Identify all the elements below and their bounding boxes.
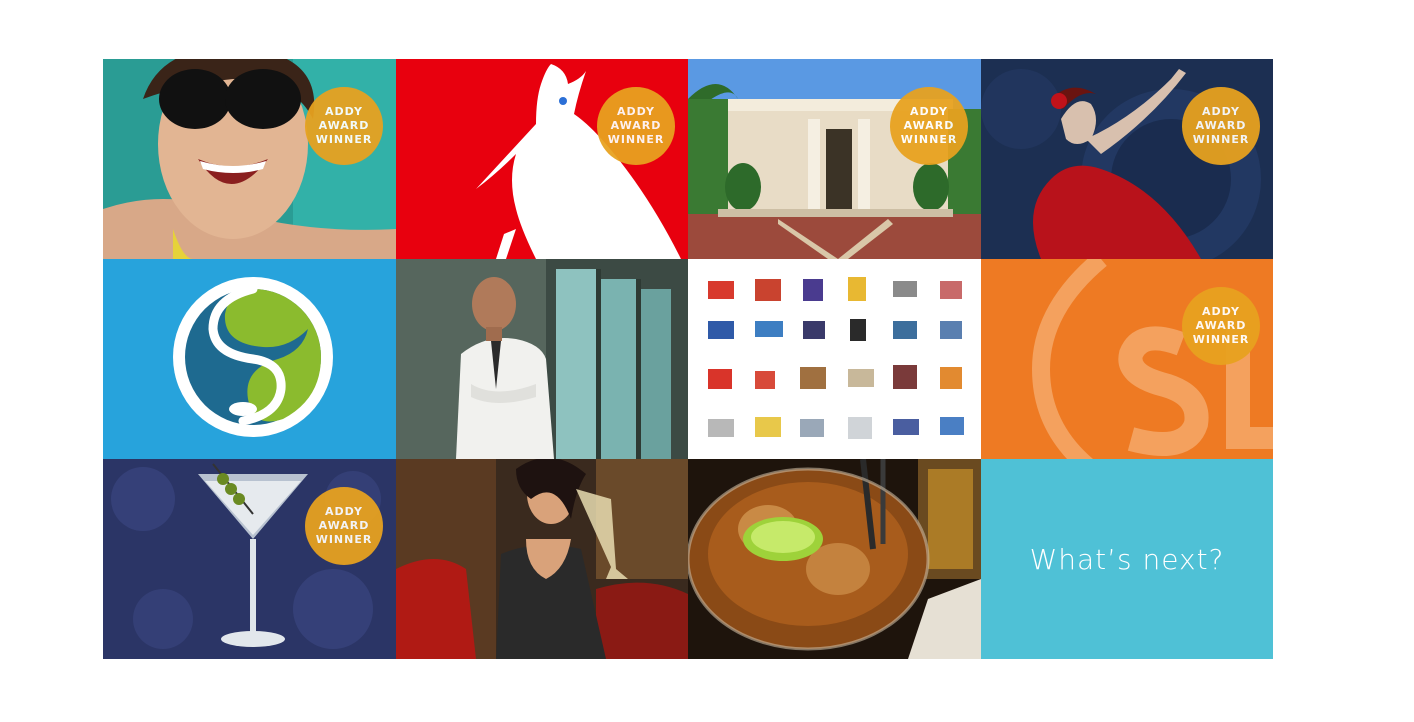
addy-award-badge: ADDY AWARD WINNER (1182, 287, 1260, 365)
tile-iced-drink[interactable] (688, 459, 981, 659)
addy-award-badge: ADDY AWARD WINNER (890, 87, 968, 165)
tile-martini-glass[interactable]: ADDY AWARD WINNER (103, 459, 396, 659)
leaf-s-logo-image (103, 259, 396, 459)
woman-with-wine-image (396, 459, 688, 659)
iced-drink-image (688, 459, 981, 659)
tile-product-grid[interactable] (688, 259, 981, 459)
tile-orange-sl-logo[interactable]: ADDY AWARD WINNER (981, 259, 1273, 459)
portfolio-grid: ADDY AWARD WINNER ADDY AWARD WINNER ADDY… (103, 59, 1273, 659)
addy-award-badge: ADDY AWARD WINNER (305, 87, 383, 165)
addy-award-badge: ADDY AWARD WINNER (597, 87, 675, 165)
tile-doctor-portrait[interactable] (396, 259, 688, 459)
addy-award-badge: ADDY AWARD WINNER (1182, 87, 1260, 165)
doctor-portrait-image (396, 259, 688, 459)
tile-whats-next[interactable]: What’s next? (981, 459, 1273, 659)
tile-flamenco-dancer[interactable]: ADDY AWARD WINNER (981, 59, 1273, 259)
tile-museum-building[interactable]: ADDY AWARD WINNER (688, 59, 981, 259)
whats-next-label: What’s next? (1029, 542, 1225, 576)
product-grid-image (688, 259, 981, 459)
addy-award-badge: ADDY AWARD WINNER (305, 487, 383, 565)
tile-pelican-logo[interactable]: ADDY AWARD WINNER (396, 59, 688, 259)
tile-leaf-s-logo[interactable] (103, 259, 396, 459)
tile-woman-with-wine[interactable] (396, 459, 688, 659)
tile-sunglasses-woman[interactable]: ADDY AWARD WINNER (103, 59, 396, 259)
